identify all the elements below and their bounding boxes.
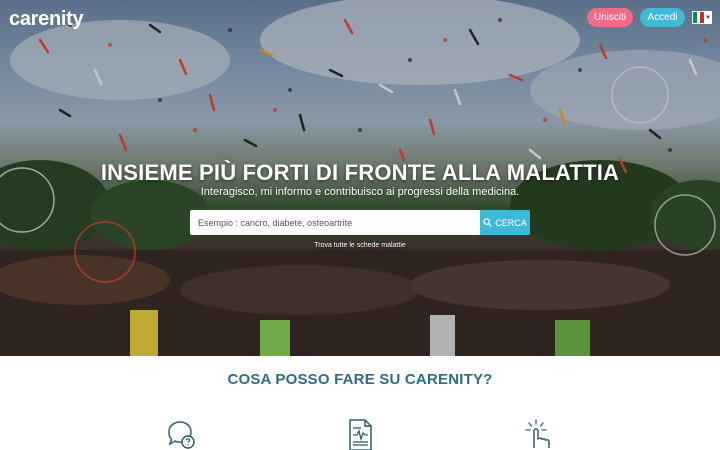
document-chart-icon — [349, 419, 372, 450]
search-icon — [483, 218, 492, 227]
hero-headline: INSIEME PIÙ FORTI DI FRONTE ALLA MALATTI… — [100, 160, 620, 185]
search-input[interactable] — [190, 210, 480, 235]
login-button[interactable]: Accedi — [640, 8, 685, 27]
logo-text: carenity — [9, 8, 84, 30]
join-button[interactable]: Unisciti — [587, 8, 633, 27]
carenity-logo[interactable]: carenity — [9, 8, 84, 31]
flag-it-icon[interactable]: ▼ — [692, 11, 712, 24]
section-title: COSA POSSO FARE SU CARENITY? — [227, 371, 493, 388]
italian-flag — [693, 12, 705, 23]
search-button[interactable]: CERCA — [480, 210, 530, 235]
hero-subline: Interagisco, mi informo e contribuisco a… — [200, 186, 520, 198]
pointer-click-icon — [525, 419, 550, 448]
search-button-label: CERCA — [495, 217, 527, 228]
chat-question-icon — [168, 421, 195, 449]
all-disease-sheets-link[interactable]: Trova tutte le schede malattie — [0, 242, 720, 249]
disease-search: CERCA — [190, 210, 530, 235]
chevron-down-icon: ▼ — [705, 14, 711, 21]
